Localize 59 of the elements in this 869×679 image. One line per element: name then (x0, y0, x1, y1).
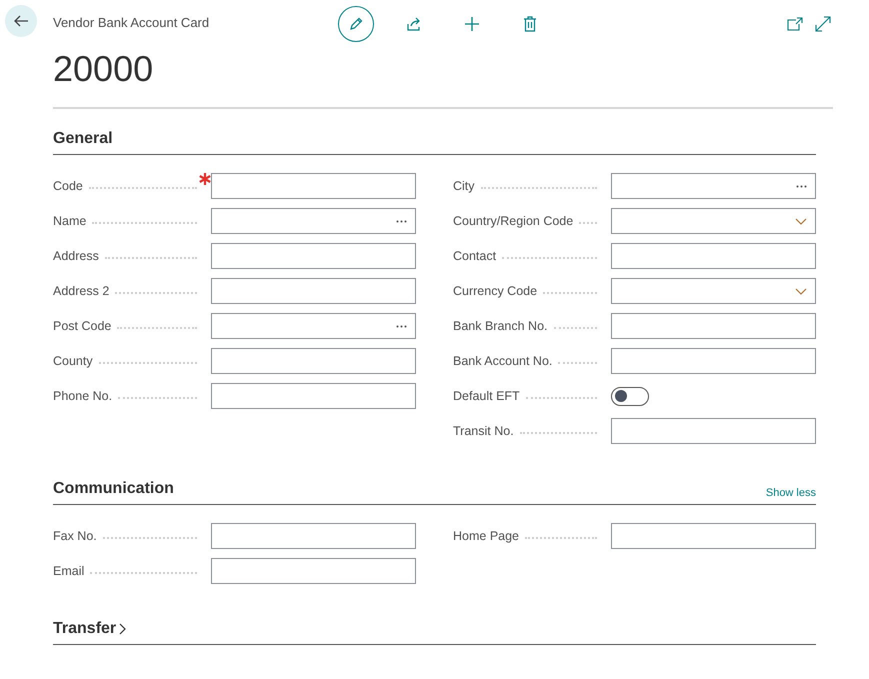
trash-icon (523, 16, 537, 32)
input-field[interactable] (211, 208, 416, 234)
input-field[interactable] (211, 523, 416, 549)
field-label: Address (53, 248, 100, 265)
input-field[interactable] (211, 558, 416, 584)
edit-button[interactable] (338, 6, 374, 42)
field-label: Name (53, 212, 88, 230)
back-arrow-icon (13, 13, 29, 29)
input-field[interactable] (211, 383, 416, 409)
field-label: Code (53, 178, 84, 195)
input-field[interactable] (211, 173, 416, 199)
input-field[interactable] (211, 278, 416, 304)
plus-icon (464, 16, 480, 32)
chevron-down-icon (795, 218, 807, 224)
input-field[interactable] (611, 523, 816, 549)
field-label: Post Code (53, 318, 112, 335)
field-label: Contact (453, 248, 498, 265)
toggle-switch[interactable] (611, 386, 649, 406)
field-label: Bank Account No. (453, 352, 554, 370)
new-button[interactable] (462, 14, 482, 34)
field-label: City (453, 178, 476, 195)
back-button[interactable] (5, 5, 37, 37)
more-icon (396, 324, 407, 328)
dropdown-field[interactable] (611, 278, 816, 304)
field-label: Fax No. (53, 528, 98, 545)
field-label: County (53, 352, 94, 370)
popout-icon (787, 17, 803, 31)
input-field[interactable] (611, 313, 816, 339)
record-title: 20000 (53, 47, 154, 91)
section-header[interactable]: Transfer (53, 617, 126, 641)
field-label: Bank Branch No. (453, 318, 548, 335)
field-label: Email (53, 562, 86, 580)
field-label: Phone No. (53, 388, 114, 405)
dropdown-field[interactable] (611, 208, 816, 234)
show-less-link[interactable]: Show less (766, 484, 816, 501)
field-label: Address 2 (53, 282, 110, 300)
chevron-right-icon (118, 623, 126, 635)
chevron-down-icon (795, 288, 807, 294)
field-label: Currency Code (453, 282, 538, 300)
field-label: Country/Region Code (453, 212, 574, 230)
breadcrumb: Vendor Bank Account Card (53, 14, 210, 32)
expand-button[interactable] (813, 14, 833, 34)
pencil-icon (348, 16, 364, 32)
more-icon (396, 220, 407, 222)
section-header[interactable]: General (53, 127, 113, 151)
input-field[interactable] (211, 243, 416, 269)
input-field[interactable] (611, 243, 816, 269)
input-field[interactable] (211, 348, 416, 374)
input-field[interactable] (611, 348, 816, 374)
field-label: Home Page (453, 528, 520, 545)
share-icon (406, 16, 422, 32)
field-label: Default EFT (453, 388, 521, 405)
section-header[interactable]: Communication (53, 477, 174, 501)
input-field[interactable] (611, 418, 816, 444)
more-icon (796, 184, 807, 188)
input-field[interactable] (211, 313, 416, 339)
input-field[interactable] (611, 173, 816, 199)
field-label: Transit No. (453, 422, 515, 440)
expand-icon (815, 16, 831, 32)
